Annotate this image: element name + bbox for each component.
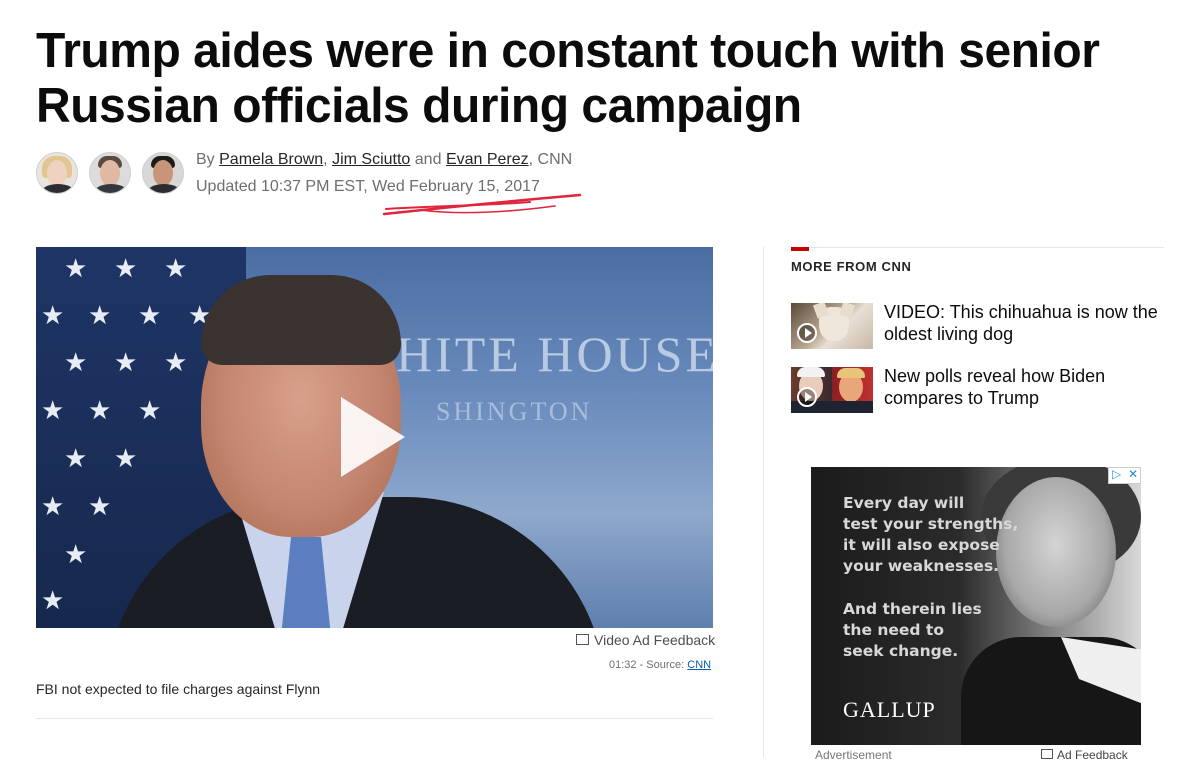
ad-copy-line: test your strengths,	[843, 515, 1019, 533]
content-divider	[36, 718, 713, 719]
video-ad-feedback-button[interactable]: Video Ad Feedback	[576, 632, 715, 648]
author-link-jim-sciutto[interactable]: Jim Sciutto	[332, 151, 410, 168]
story-thumbnail-chihuahua[interactable]	[791, 303, 873, 349]
story-thumbnail-biden-trump[interactable]	[791, 367, 873, 413]
ad-copy-line: your weaknesses.	[843, 557, 1000, 575]
video-play-icon	[797, 387, 817, 407]
video-wall-text: HITE HOUSE	[396, 326, 713, 382]
ad-copy-line: And therein lies	[843, 600, 982, 618]
byline-suffix: , CNN	[528, 151, 573, 168]
byline-and: and	[414, 151, 442, 168]
author-link-pamela-brown[interactable]: Pamela Brown	[219, 151, 323, 168]
column-divider	[763, 247, 764, 758]
sidebar-story[interactable]: VIDEO: This chihuahua is now the oldest …	[791, 302, 1171, 351]
video-play-icon	[797, 323, 817, 343]
video-figure-hair	[201, 275, 401, 365]
story-title: New polls reveal how Biden compares to T…	[884, 366, 1106, 408]
video-source: 01:32 - Source: CNN	[609, 659, 711, 671]
ad-copy-block-1: Every day will test your strengths, it w…	[843, 493, 1043, 577]
byline-prefix: By	[196, 151, 215, 168]
video-wall-subtext: SHINGTON	[436, 397, 593, 426]
ad-close-icon[interactable]: ✕	[1128, 467, 1138, 481]
author-avatar-evan-perez[interactable]	[142, 152, 184, 194]
video-caption: FBI not expected to file charges against…	[36, 681, 321, 697]
red-scribble-annotation	[382, 193, 582, 216]
adchoices-arrow-icon: ▷	[1112, 467, 1122, 481]
ad-copy-line: Every day will	[843, 494, 965, 512]
ad-copy-block-2: And therein lies the need to seek change…	[843, 599, 1043, 662]
story-title: VIDEO: This chihuahua is now the oldest …	[884, 302, 1158, 344]
ad-feedback-button[interactable]: Ad Feedback	[1041, 748, 1128, 762]
ad-copy-line: seek change.	[843, 642, 959, 660]
author-avatar-pamela-brown[interactable]	[36, 152, 78, 194]
sidebar-top-rule	[791, 247, 1164, 248]
more-from-cnn-heading: MORE FROM CNN	[791, 259, 912, 274]
video-player[interactable]: HITE HOUSE SHINGTON ★ ★ ★ ★ ★ ★ ★ ★ ★ ★ …	[36, 247, 713, 628]
author-link-evan-perez[interactable]: Evan Perez	[446, 151, 529, 168]
sidebar-accent-bar	[791, 247, 809, 251]
byline: By Pamela Brown, Jim Sciutto and Evan Pe…	[196, 151, 572, 169]
display-ad[interactable]: Every day will test your strengths, it w…	[811, 467, 1141, 745]
advertisement-label: Advertisement	[815, 748, 892, 762]
feedback-icon	[576, 634, 589, 645]
ad-copy-line: the need to	[843, 621, 944, 639]
video-ad-feedback-label: Video Ad Feedback	[594, 632, 716, 648]
sidebar-story[interactable]: New polls reveal how Biden compares to T…	[791, 366, 1171, 415]
video-duration-source: 01:32 - Source:	[609, 659, 685, 671]
article-headline: Trump aides were in constant touch with …	[36, 24, 1100, 133]
video-source-link[interactable]: CNN	[687, 659, 711, 671]
adchoices-icon[interactable]: ▷ ✕	[1108, 467, 1141, 484]
play-icon[interactable]	[341, 397, 405, 477]
byline-separator: ,	[323, 151, 328, 168]
author-avatar-jim-sciutto[interactable]	[89, 152, 131, 194]
ad-feedback-label: Ad Feedback	[1057, 748, 1128, 762]
ad-copy-line: it will also expose	[843, 536, 1000, 554]
ad-brand-logo: GALLUP	[843, 697, 936, 722]
